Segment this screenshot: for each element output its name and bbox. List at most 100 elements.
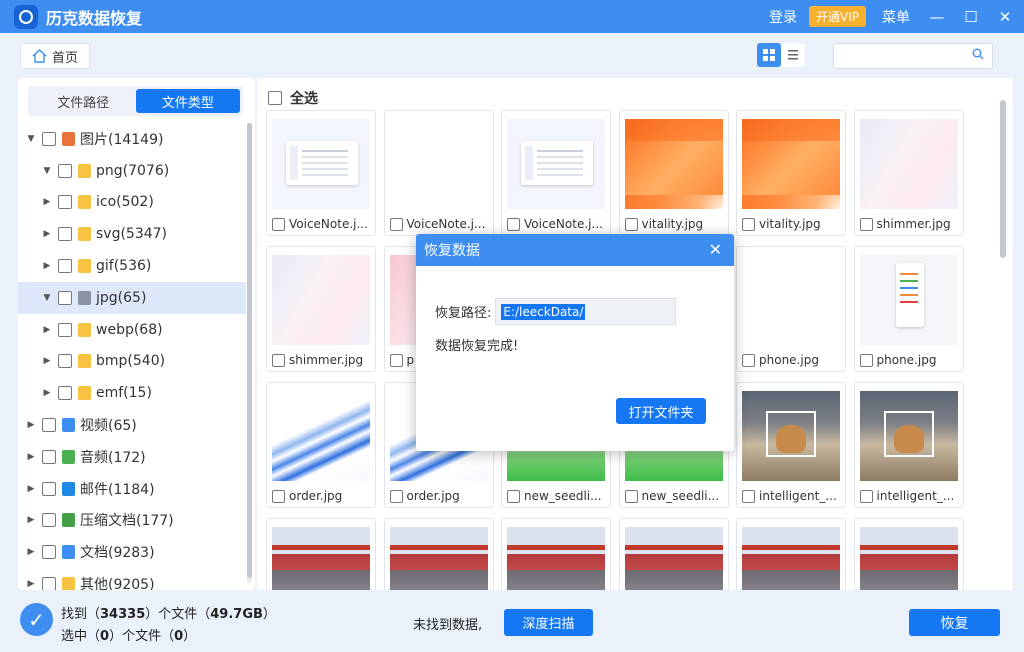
file-card[interactable]: VoiceNote.j... — [266, 110, 376, 236]
file-card[interactable]: phone.jpg — [853, 246, 964, 372]
caret-right-icon[interactable]: ▶ — [40, 325, 54, 335]
tree-item[interactable]: ▶ 文档(9283) — [18, 536, 246, 568]
tree-item-checkbox[interactable] — [58, 290, 72, 305]
tree-item[interactable]: ▶ emf(15) — [18, 377, 246, 409]
tree-item-checkbox[interactable] — [58, 322, 72, 337]
sidebar-scrollbar-thumb[interactable] — [247, 123, 252, 578]
tree-item-checkbox[interactable] — [42, 449, 56, 464]
search-icon[interactable] — [972, 48, 984, 64]
tree-item[interactable]: ▶ svg(5347) — [18, 218, 246, 250]
file-checkbox[interactable] — [507, 217, 520, 231]
tree-item-checkbox[interactable] — [58, 163, 72, 178]
tree-item[interactable]: ▶ ico(502) — [18, 187, 246, 219]
tree-item[interactable]: ▶ gif(536) — [18, 250, 246, 282]
tab-file-type[interactable]: 文件类型 — [135, 89, 240, 113]
file-card[interactable]: vitality.jpg — [736, 110, 846, 236]
file-checkbox[interactable] — [742, 489, 755, 503]
tree-item[interactable]: ▶ 视频(65) — [18, 409, 246, 441]
caret-down-icon[interactable]: ▼ — [40, 293, 54, 303]
select-all[interactable]: 全选 — [268, 88, 318, 108]
file-checkbox[interactable] — [389, 217, 403, 231]
grid-view-button[interactable] — [757, 43, 781, 67]
file-card[interactable] — [736, 518, 846, 590]
close-icon[interactable]: ✕ — [990, 0, 1020, 33]
tree-item-checkbox[interactable] — [42, 545, 56, 560]
file-checkbox[interactable] — [859, 217, 873, 231]
file-checkbox[interactable] — [272, 353, 285, 367]
tree-item[interactable]: ▼ 图片(14149) — [18, 123, 246, 155]
tree-item-checkbox[interactable] — [42, 577, 56, 590]
vip-button[interactable]: 开通VIP — [809, 6, 866, 27]
tree-item[interactable]: ▶ bmp(540) — [18, 346, 246, 378]
tree-item-checkbox[interactable] — [42, 131, 56, 146]
file-card[interactable]: order.jpg — [266, 382, 376, 508]
caret-right-icon[interactable]: ▶ — [40, 356, 54, 366]
file-card[interactable]: intelligent_... — [736, 382, 846, 508]
caret-right-icon[interactable]: ▶ — [40, 388, 54, 398]
caret-right-icon[interactable]: ▶ — [24, 484, 38, 494]
tab-file-path[interactable]: 文件路径 — [31, 89, 136, 113]
file-card[interactable]: intelligent_... — [853, 382, 964, 508]
caret-right-icon[interactable]: ▶ — [24, 579, 38, 589]
file-checkbox[interactable] — [742, 353, 755, 367]
file-checkbox[interactable] — [389, 353, 403, 367]
tree-item-checkbox[interactable] — [58, 195, 72, 210]
caret-right-icon[interactable]: ▶ — [24, 547, 38, 557]
sidebar-scrollbar[interactable] — [247, 123, 252, 583]
caret-down-icon[interactable]: ▼ — [40, 166, 54, 176]
file-card[interactable] — [618, 518, 729, 590]
close-icon[interactable]: ✕ — [709, 240, 722, 259]
file-card[interactable]: phone.jpg — [736, 246, 846, 372]
caret-right-icon[interactable]: ▶ — [40, 229, 54, 239]
caret-right-icon[interactable]: ▶ — [24, 420, 38, 430]
tree-item-checkbox[interactable] — [42, 513, 56, 528]
recover-path-field[interactable]: E:/leeckData/ — [495, 298, 677, 325]
file-checkbox[interactable] — [507, 489, 520, 503]
login-link[interactable]: 登录 — [769, 7, 797, 27]
open-folder-button[interactable]: 打开文件夹 — [616, 398, 706, 424]
file-checkbox[interactable] — [859, 489, 873, 503]
maximize-icon[interactable]: ☐ — [956, 0, 986, 33]
tree-item[interactable]: ▼ png(7076) — [18, 155, 246, 187]
list-view-button[interactable] — [781, 43, 805, 67]
file-card[interactable] — [501, 518, 611, 590]
file-card[interactable] — [266, 518, 376, 590]
tree-item-checkbox[interactable] — [58, 386, 72, 401]
tree-item-checkbox[interactable] — [58, 227, 72, 242]
caret-right-icon[interactable]: ▶ — [24, 452, 38, 462]
tree-item[interactable]: ▶ webp(68) — [18, 314, 246, 346]
file-card[interactable]: VoiceNote.j... — [501, 110, 611, 236]
deep-scan-button[interactable]: 深度扫描 — [504, 609, 593, 636]
caret-right-icon[interactable]: ▶ — [40, 261, 54, 271]
select-all-checkbox[interactable] — [268, 91, 282, 105]
recover-button[interactable]: 恢复 — [909, 609, 1000, 636]
home-button[interactable]: 首页 — [20, 43, 90, 69]
tree-item[interactable]: ▶ 音频(172) — [18, 441, 246, 473]
file-checkbox[interactable] — [624, 489, 638, 503]
tree-item[interactable]: ▶ 邮件(1184) — [18, 473, 246, 505]
caret-down-icon[interactable]: ▼ — [24, 134, 38, 144]
tree-item-checkbox[interactable] — [58, 354, 72, 369]
menu-link[interactable]: 菜单 — [882, 7, 910, 27]
caret-right-icon[interactable]: ▶ — [40, 197, 54, 207]
main-scrollbar-thumb[interactable] — [1000, 100, 1006, 258]
search-input[interactable] — [834, 44, 964, 68]
caret-right-icon[interactable]: ▶ — [24, 515, 38, 525]
tree-item[interactable]: ▶ 其他(9205) — [18, 568, 246, 590]
file-card[interactable]: VoiceNote.j... — [383, 110, 494, 236]
main-scrollbar[interactable] — [1000, 100, 1006, 584]
tree-item-checkbox[interactable] — [58, 259, 72, 274]
tree-item-checkbox[interactable] — [42, 418, 56, 433]
file-card[interactable]: vitality.jpg — [618, 110, 729, 236]
file-card[interactable] — [383, 518, 494, 590]
file-card[interactable]: shimmer.jpg — [853, 110, 964, 236]
minimize-icon[interactable]: — — [922, 0, 952, 33]
tree-item[interactable]: ▼ jpg(65) — [18, 281, 246, 314]
file-card[interactable]: shimmer.jpg — [266, 246, 376, 372]
tree-item-checkbox[interactable] — [42, 481, 56, 496]
tree-item[interactable]: ▶ 压缩文档(177) — [18, 505, 246, 537]
file-checkbox[interactable] — [272, 489, 285, 503]
file-card[interactable] — [853, 518, 964, 590]
file-checkbox[interactable] — [272, 217, 285, 231]
file-checkbox[interactable] — [859, 353, 873, 367]
